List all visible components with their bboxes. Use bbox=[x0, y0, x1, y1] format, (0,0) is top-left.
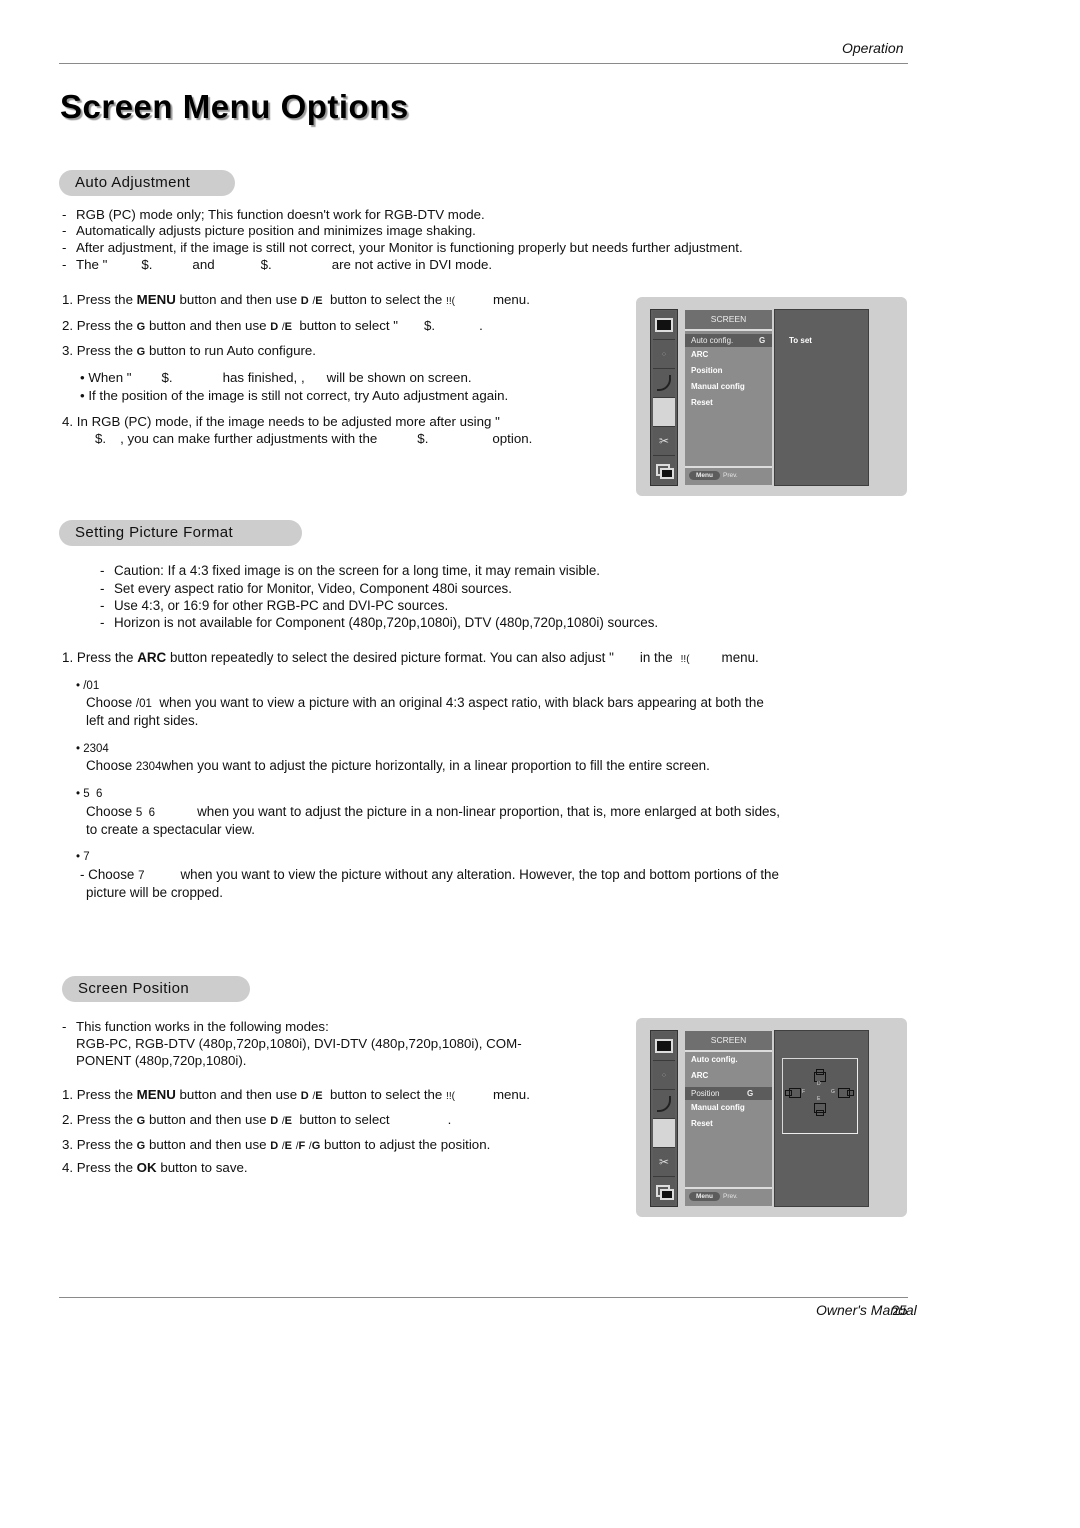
position-step-1: 1. Press the MENU button and then use D … bbox=[62, 1087, 530, 1102]
osd-item-manual-config[interactable]: Manual config bbox=[691, 1103, 745, 1112]
footer-rule bbox=[59, 1297, 908, 1298]
menu-button[interactable]: Menu bbox=[689, 471, 720, 480]
osd-item-position[interactable]: Position bbox=[691, 366, 723, 375]
auto-note: - The " $. and $. are not active in DVI mode. bbox=[62, 257, 493, 272]
format-option-desc: Choose 2304when you want to adjust the p… bbox=[86, 758, 710, 773]
osd-icon-strip: ⁘ ✂ bbox=[650, 1030, 678, 1207]
osd-item-reset[interactable]: Reset bbox=[691, 1119, 713, 1128]
osd-title: SCREEN bbox=[685, 310, 772, 331]
position-note: - This function works in the following mo… bbox=[62, 1019, 329, 1034]
screen-icon bbox=[653, 1119, 675, 1148]
format-step-1: 1. Press the ARC button repeatedly to se… bbox=[62, 650, 759, 665]
osd-icon-strip: ⁘ ✂ bbox=[650, 309, 678, 486]
time-icon bbox=[653, 369, 675, 398]
osd-right-panel: D E F G bbox=[774, 1030, 869, 1207]
osd-item-auto-config[interactable]: Auto config. G bbox=[685, 334, 772, 347]
pip-icon bbox=[653, 456, 675, 484]
osd-item-arc[interactable]: ARC bbox=[691, 1071, 708, 1080]
format-note: - Set every aspect ratio for Monitor, Vid… bbox=[100, 581, 512, 596]
auto-note: - Automatically adjusts picture position … bbox=[62, 223, 476, 238]
format-option-name: • 2304 bbox=[76, 743, 109, 755]
sound-icon: ⁘ bbox=[653, 1061, 675, 1090]
format-option-desc: Choose 5 6 when you want to adjust the pi… bbox=[86, 804, 780, 819]
auto-step-2: 2. Press the G button and then use D /E … bbox=[62, 318, 483, 333]
position-note-modes: PONENT (480p,720p,1080i). bbox=[76, 1053, 247, 1068]
left-key-label: F bbox=[802, 1089, 806, 1095]
osd-menu: SCREEN Auto config. ARC Position G Manual… bbox=[684, 1030, 773, 1207]
auto-note: - After adjustment, if the image is still… bbox=[62, 240, 743, 255]
pip-icon bbox=[653, 1177, 675, 1205]
osd-footer: Menu Prev. bbox=[685, 466, 772, 485]
left-arrow-tab bbox=[785, 1090, 792, 1096]
position-adjust-box: D E F G bbox=[782, 1058, 858, 1134]
osd-screen-auto-config: ⁘ ✂ SCREEN Auto config. G ARC Position Ma… bbox=[636, 297, 907, 496]
screen-icon bbox=[653, 398, 675, 427]
auto-step-4: 4. In RGB (PC) mode, if the image needs … bbox=[62, 414, 500, 429]
prev-label: Prev. bbox=[723, 1193, 738, 1200]
page-title: Screen Menu Options bbox=[60, 88, 409, 125]
osd-item-position[interactable]: Position G bbox=[685, 1087, 772, 1100]
up-key-label: D bbox=[817, 1081, 821, 1087]
picture-icon bbox=[653, 1032, 675, 1061]
option-icon: ✂ bbox=[653, 427, 675, 456]
auto-step-3: 3. Press the G button to run Auto config… bbox=[62, 343, 317, 358]
osd-title: SCREEN bbox=[685, 1031, 772, 1052]
time-icon bbox=[653, 1090, 675, 1119]
osd-item-auto-config[interactable]: Auto config. bbox=[691, 1055, 738, 1064]
format-option-name: • 7 bbox=[76, 851, 90, 863]
format-option-desc: picture will be cropped. bbox=[86, 885, 223, 900]
section-label: Operation bbox=[842, 40, 904, 56]
osd-item-manual-config[interactable]: Manual config bbox=[691, 382, 745, 391]
auto-bullet-2: • If the position of the image is still … bbox=[80, 388, 509, 403]
format-option-desc: to create a spectacular view. bbox=[86, 822, 255, 837]
auto-step-1: 1. Press the MENU button and then use D … bbox=[62, 292, 530, 307]
menu-button[interactable]: Menu bbox=[689, 1192, 720, 1201]
auto-bullet-1: • When " $. has finished, , will be shown o… bbox=[80, 370, 472, 385]
picture-format-heading: Setting Picture Format bbox=[59, 520, 302, 546]
osd-screen-position: ⁘ ✂ SCREEN Auto config. ARC Position G Ma… bbox=[636, 1018, 907, 1217]
osd-footer: Menu Prev. bbox=[685, 1187, 772, 1206]
position-step-3: 3. Press the G button and then use D /E … bbox=[62, 1137, 491, 1152]
down-key-label: E bbox=[817, 1096, 821, 1102]
prev-label: Prev. bbox=[723, 472, 738, 479]
osd-item-arc[interactable]: ARC bbox=[691, 350, 708, 359]
format-option-desc: Choose /01 when you want to view a pictu… bbox=[86, 695, 764, 710]
screen-position-heading: Screen Position bbox=[62, 976, 250, 1002]
format-option-name: • /01 bbox=[76, 680, 100, 692]
format-option-name: • 5 6 bbox=[76, 788, 103, 800]
osd-to-set: To set bbox=[789, 336, 812, 345]
osd-right-panel: To set bbox=[774, 309, 869, 486]
page-number: 25 bbox=[892, 1302, 908, 1318]
position-step-4: 4. Press the OK button to save. bbox=[62, 1160, 248, 1175]
osd-menu: SCREEN Auto config. G ARC Position Manual… bbox=[684, 309, 773, 486]
format-note: - Caution: If a 4:3 fixed image is on the… bbox=[100, 563, 601, 578]
auto-step-4-cont: $., you can make further adjustments wit… bbox=[95, 431, 533, 446]
osd-item-reset[interactable]: Reset bbox=[691, 398, 713, 407]
auto-note: - RGB (PC) mode only; This function doesn… bbox=[62, 207, 485, 222]
sound-icon: ⁘ bbox=[653, 340, 675, 369]
header-rule bbox=[59, 63, 908, 64]
up-arrow-tab bbox=[816, 1069, 824, 1075]
down-arrow-tab bbox=[816, 1110, 824, 1116]
picture-icon bbox=[653, 311, 675, 340]
auto-adjustment-heading: Auto Adjustment bbox=[59, 170, 235, 196]
right-arrow-tab bbox=[847, 1090, 854, 1096]
position-note-modes: RGB-PC, RGB-DTV (480p,720p,1080i), DVI-D… bbox=[76, 1036, 522, 1051]
position-step-2: 2. Press the G button and then use D /E … bbox=[62, 1112, 452, 1127]
format-note: - Horizon is not available for Component … bbox=[100, 615, 659, 630]
format-option-desc: - Choose 7 when you want to view the pict… bbox=[80, 867, 779, 882]
format-option-desc: left and right sides. bbox=[86, 713, 199, 728]
right-key-label: G bbox=[831, 1089, 835, 1095]
option-icon: ✂ bbox=[653, 1148, 675, 1177]
format-note: - Use 4:3, or 16:9 for other RGB-PC and D… bbox=[100, 598, 449, 613]
